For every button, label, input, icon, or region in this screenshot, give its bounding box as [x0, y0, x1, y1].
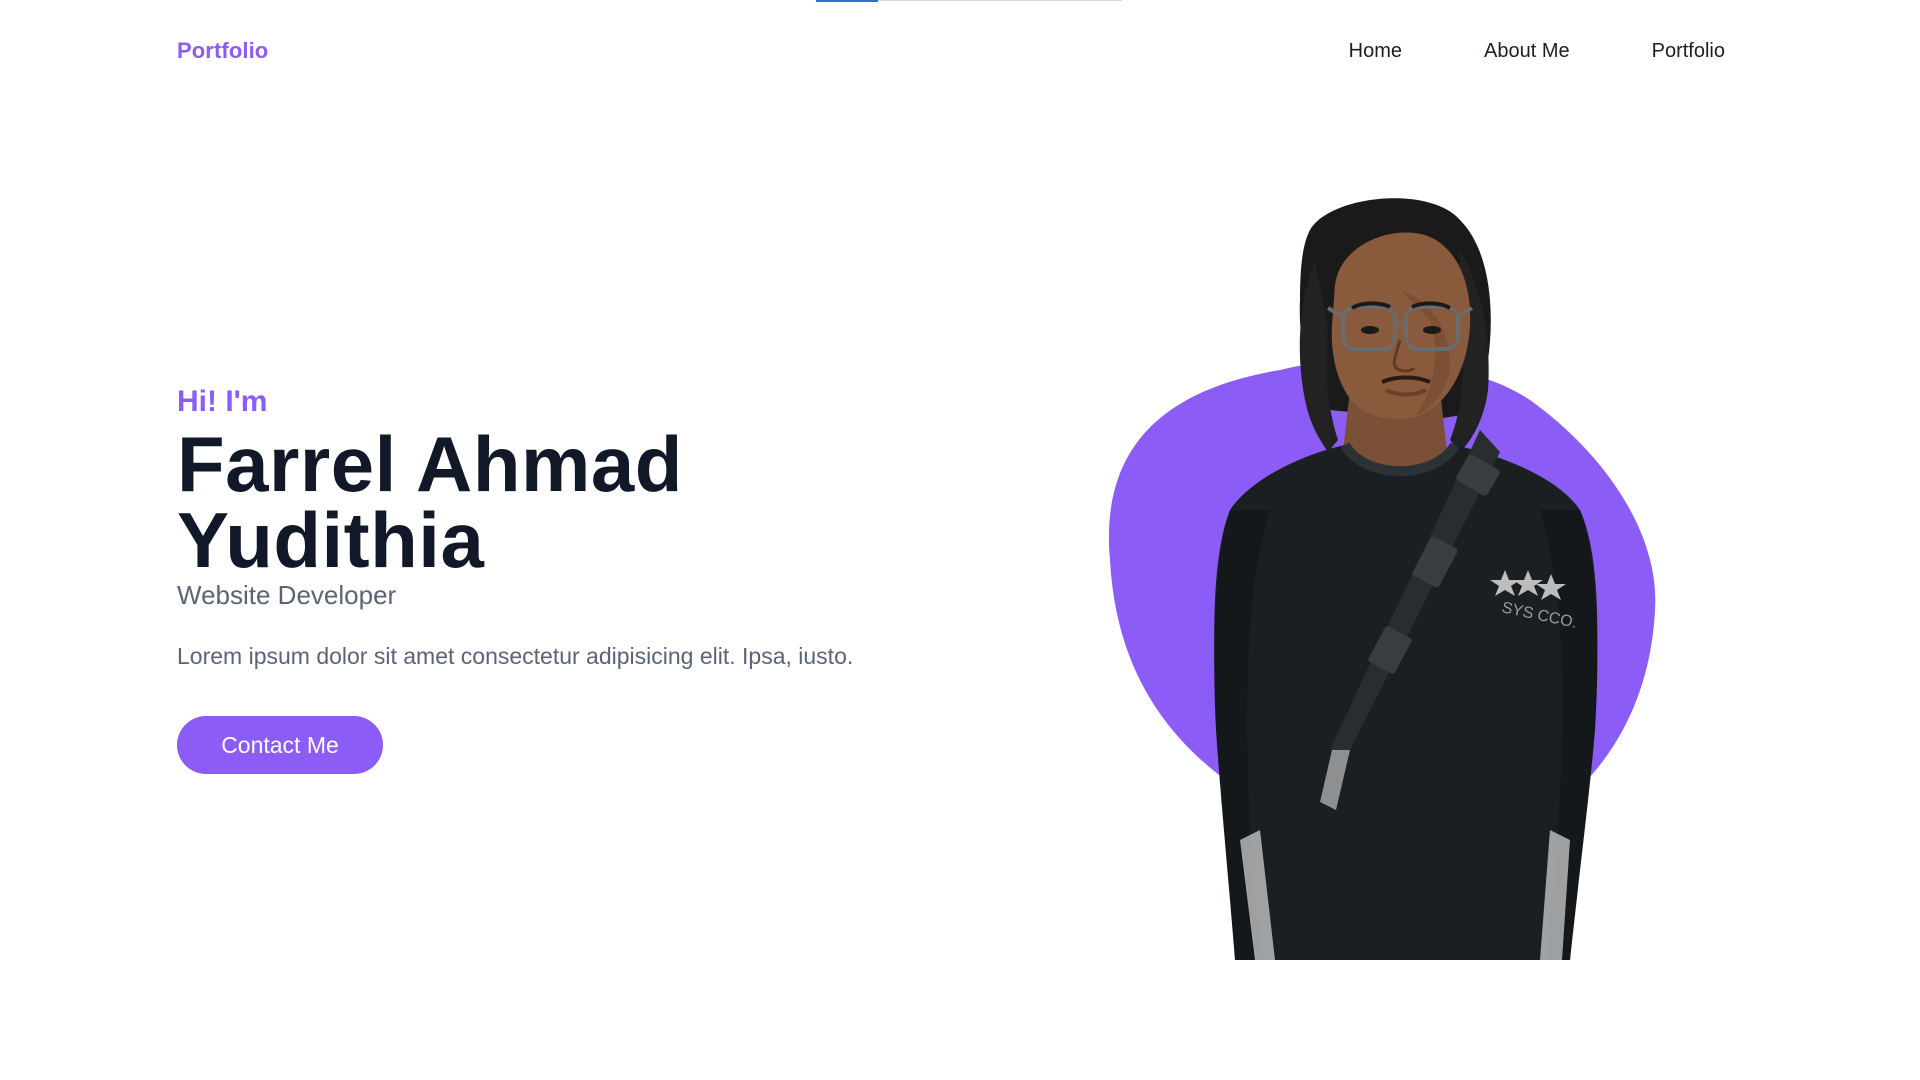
hero-visual: SYS CCO.: [1100, 190, 1680, 960]
hero-name: Farrel Ahmad Yudithia: [177, 425, 997, 579]
hero-greeting: Hi! I'm: [177, 385, 268, 418]
hero-description: Lorem ipsum dolor sit amet consectetur a…: [177, 643, 854, 669]
nav-link-home[interactable]: Home: [1349, 40, 1402, 63]
navbar: Portfolio Home About Me Portfolio: [177, 0, 1725, 102]
hero-text: Hi! I'm Farrel Ahmad Yudithia Website De…: [177, 380, 997, 774]
page: Portfolio Home About Me Portfolio Hi! I'…: [0, 0, 1920, 1080]
brand-logo-link[interactable]: Portfolio: [177, 38, 268, 64]
right-eye: [1423, 326, 1441, 334]
hero-role: Website Developer: [177, 580, 397, 610]
nav-link-about-me[interactable]: About Me: [1484, 40, 1570, 63]
nav-link-portfolio[interactable]: Portfolio: [1652, 40, 1725, 63]
left-eye: [1361, 326, 1379, 334]
portrait-figure: SYS CCO.: [1214, 198, 1598, 960]
hero-name-line2: Yudithia: [177, 496, 485, 584]
sweater-shape: [1214, 445, 1598, 960]
nav-links: Home About Me Portfolio: [1349, 40, 1725, 63]
portrait-icon: SYS CCO.: [1214, 198, 1598, 960]
contact-me-button[interactable]: Contact Me: [177, 716, 383, 774]
hero-name-line1: Farrel Ahmad: [177, 420, 683, 508]
